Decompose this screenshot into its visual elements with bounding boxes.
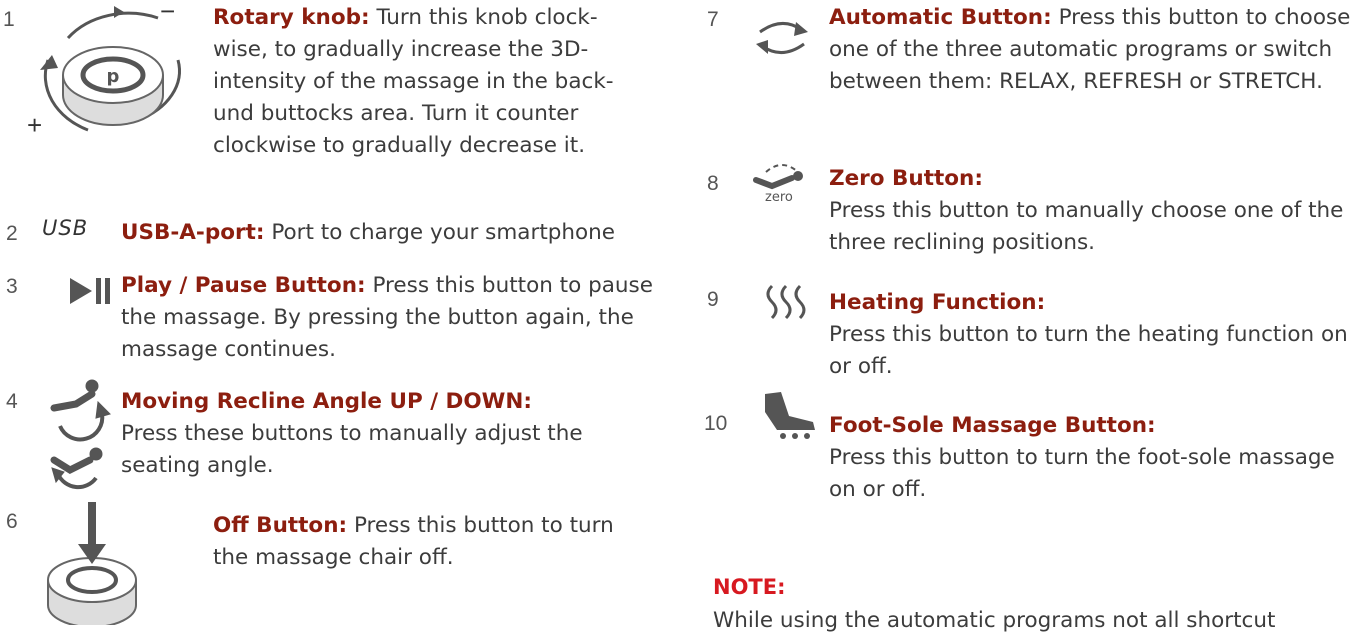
item-heating: Heating Function: Press this button to t… bbox=[829, 287, 1354, 383]
item-text: Press this button to turn the heating fu… bbox=[829, 322, 1348, 379]
item-foot-sole: Foot-Sole Massage Button: Press this but… bbox=[829, 410, 1354, 506]
recline-icon bbox=[50, 379, 111, 490]
item-title: Zero Button: bbox=[829, 166, 983, 191]
item-number: 10 bbox=[704, 412, 728, 435]
item-title: Heating Function: bbox=[829, 290, 1046, 315]
item-automatic: Automatic Button: Press this button to c… bbox=[829, 2, 1354, 98]
note-text: While using the automatic programs not a… bbox=[713, 608, 1276, 633]
item-off: Off Button: Press this button to turn th… bbox=[213, 510, 633, 574]
item-title: Automatic Button: bbox=[829, 5, 1052, 30]
item-number: 2 bbox=[6, 222, 18, 245]
item-number: 6 bbox=[6, 510, 18, 533]
item-text: Port to charge your smartphone bbox=[271, 220, 616, 245]
item-usb: USB-A-port: Port to charge your smartpho… bbox=[121, 217, 661, 249]
plus-label: + bbox=[27, 110, 43, 140]
usb-icon: USB bbox=[42, 216, 89, 240]
item-title: Off Button: bbox=[213, 513, 348, 538]
item-text: Press this button to turn the foot-sole … bbox=[829, 445, 1335, 502]
zero-gravity-icon bbox=[753, 164, 803, 190]
item-number: 4 bbox=[6, 390, 18, 413]
note-title: NOTE: bbox=[713, 575, 786, 599]
item-number: 1 bbox=[3, 8, 15, 31]
item-text: Press this button to manually choose one… bbox=[829, 198, 1344, 255]
item-title: Play / Pause Button: bbox=[121, 273, 366, 298]
item-play-pause: Play / Pause Button: Press this button t… bbox=[121, 270, 661, 366]
item-text: Press these buttons to manually adjust t… bbox=[121, 421, 583, 478]
item-title: Foot-Sole Massage Button: bbox=[829, 413, 1156, 438]
heat-icon bbox=[766, 284, 806, 320]
off-knob-icon bbox=[47, 502, 137, 625]
item-number: 7 bbox=[707, 8, 719, 31]
item-title: USB-A-port: bbox=[121, 220, 265, 245]
knob-body: p bbox=[62, 46, 164, 126]
item-rotary-knob: Rotary knob: Turn this knob clock-wise, … bbox=[213, 2, 643, 162]
zero-label: zero bbox=[765, 190, 793, 205]
item-zero: Zero Button: Press this button to manual… bbox=[829, 163, 1354, 259]
svg-text:p: p bbox=[107, 66, 120, 87]
item-number: 9 bbox=[707, 288, 719, 311]
item-number: 8 bbox=[707, 172, 719, 195]
item-title: Rotary knob: bbox=[213, 5, 370, 30]
item-title: Moving Recline Angle UP / DOWN: bbox=[121, 389, 532, 414]
item-recline: Moving Recline Angle UP / DOWN: Press th… bbox=[121, 386, 661, 482]
item-number: 3 bbox=[6, 275, 18, 298]
play-pause-icon bbox=[70, 278, 110, 304]
minus-label: − bbox=[160, 0, 176, 26]
auto-cycle-icon bbox=[756, 22, 808, 54]
foot-roller-icon bbox=[765, 392, 815, 439]
